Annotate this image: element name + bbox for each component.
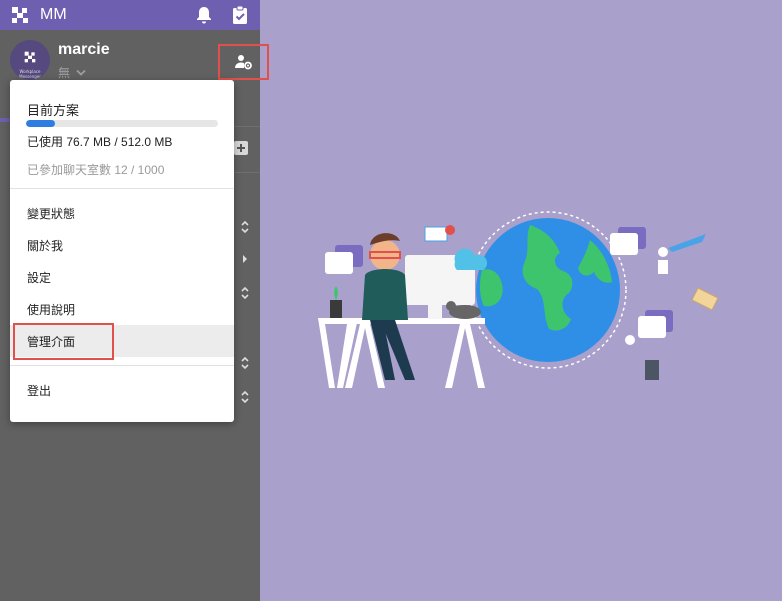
profile-settings-button[interactable] — [218, 44, 269, 80]
avatar[interactable]: Workplace Messenger — [10, 40, 50, 80]
chevron-right-icon[interactable] — [240, 252, 250, 266]
bell-icon[interactable] — [193, 4, 215, 26]
menu-item-label: 變更狀態 — [27, 206, 76, 221]
menu-item-settings[interactable]: 設定 — [10, 261, 234, 293]
chevron-updown-icon[interactable] — [240, 286, 250, 300]
menu-divider — [10, 365, 234, 366]
avatar-caption: Workplace Messenger — [19, 69, 41, 79]
clipboard-check-icon[interactable] — [229, 4, 251, 26]
menu-item-change-status[interactable]: 變更狀態 — [10, 197, 234, 229]
active-indicator — [0, 118, 10, 122]
chevron-down-icon — [76, 69, 86, 76]
welcome-illustration — [318, 211, 719, 388]
app-logo-icon — [24, 51, 36, 63]
profile-dropdown-menu: 目前方案 已使用 76.7 MB / 512.0 MB 已參加聊天室數 12 /… — [10, 80, 234, 422]
storage-usage-text: 已使用 76.7 MB / 512.0 MB — [27, 135, 173, 149]
menu-divider — [10, 188, 234, 189]
menu-item-label: 關於我 — [27, 238, 64, 253]
add-button[interactable] — [234, 141, 248, 155]
rooms-count-text: 已參加聊天室數 12 / 1000 — [27, 163, 165, 177]
menu-item-label: 設定 — [27, 270, 52, 285]
menu-item-logout[interactable]: 登出 — [10, 374, 234, 406]
username: marcie — [58, 41, 110, 58]
user-gear-icon — [234, 55, 252, 70]
status-label: 無 — [58, 66, 71, 80]
profile-header: Workplace Messenger marcie 無 — [0, 30, 269, 86]
chevron-updown-icon[interactable] — [240, 390, 250, 404]
app-name: MM — [40, 6, 67, 23]
menu-item-help[interactable]: 使用說明 — [10, 293, 234, 325]
storage-progress-fill — [26, 120, 55, 127]
top-bar: MM — [0, 0, 260, 30]
status-selector[interactable]: 無 — [58, 64, 86, 81]
divider — [234, 126, 260, 127]
highlight-box — [13, 323, 114, 360]
menu-item-label: 使用說明 — [27, 302, 76, 317]
chevron-updown-icon[interactable] — [240, 356, 250, 370]
storage-progress-bar — [26, 120, 218, 127]
menu-item-about-me[interactable]: 關於我 — [10, 229, 234, 261]
chevron-updown-icon[interactable] — [240, 220, 250, 234]
plan-title: 目前方案 — [27, 103, 80, 118]
menu-item-label: 登出 — [27, 383, 52, 398]
divider — [234, 172, 260, 173]
app-logo-icon — [12, 7, 28, 23]
